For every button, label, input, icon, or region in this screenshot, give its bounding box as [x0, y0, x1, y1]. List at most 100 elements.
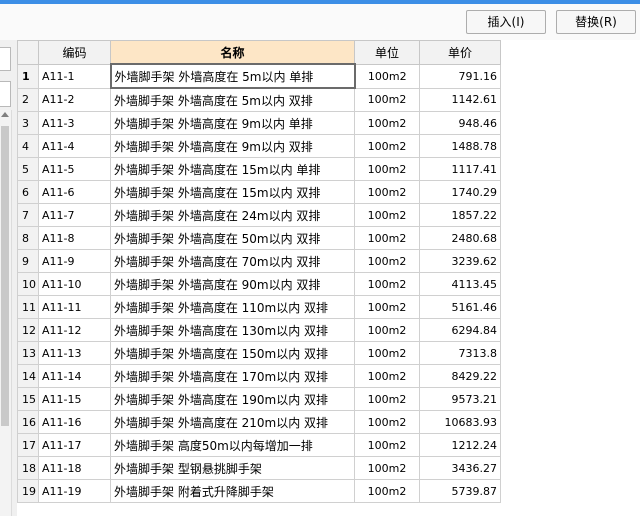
row-number[interactable]: 4 — [17, 134, 39, 158]
name-cell[interactable]: 外墙脚手架 外墙高度在 50m以内 双排 — [110, 226, 355, 250]
column-header-price[interactable]: 单价 — [419, 40, 501, 65]
unit-cell[interactable]: 100m2 — [354, 479, 420, 503]
table-row[interactable]: 3 A11-3 外墙脚手架 外墙高度在 9m以内 单排 100m2 948.46 — [17, 111, 501, 135]
code-cell[interactable]: A11-8 — [38, 226, 111, 250]
row-number[interactable]: 17 — [17, 433, 39, 457]
table-row[interactable]: 6 A11-6 外墙脚手架 外墙高度在 15m以内 双排 100m2 1740.29 — [17, 180, 501, 204]
row-number[interactable]: 19 — [17, 479, 39, 503]
price-cell[interactable]: 5739.87 — [419, 479, 501, 503]
unit-cell[interactable]: 100m2 — [354, 249, 420, 273]
unit-cell[interactable]: 100m2 — [354, 456, 420, 480]
row-number[interactable]: 9 — [17, 249, 39, 273]
name-cell[interactable]: 外墙脚手架 附着式升降脚手架 — [110, 479, 355, 503]
table-row[interactable]: 10 A11-10 外墙脚手架 外墙高度在 90m以内 双排 100m2 4113.45 — [17, 272, 501, 296]
unit-cell[interactable]: 100m2 — [354, 63, 420, 89]
unit-cell[interactable]: 100m2 — [354, 87, 420, 112]
unit-cell[interactable]: 100m2 — [354, 341, 420, 365]
price-cell[interactable]: 1142.61 — [419, 87, 501, 112]
table-row[interactable]: 12 A11-12 外墙脚手架 外墙高度在 130m以内 双排 100m2 6294.8… — [17, 318, 501, 342]
price-cell[interactable]: 6294.84 — [419, 318, 501, 342]
name-cell[interactable]: 外墙脚手架 外墙高度在 15m以内 双排 — [110, 180, 355, 204]
row-number[interactable]: 13 — [17, 341, 39, 365]
row-number[interactable]: 8 — [17, 226, 39, 250]
name-cell[interactable]: 外墙脚手架 外墙高度在 190m以内 双排 — [110, 387, 355, 411]
row-number[interactable]: 12 — [17, 318, 39, 342]
price-cell[interactable]: 1117.41 — [419, 157, 501, 181]
table-row[interactable]: 7 A11-7 外墙脚手架 外墙高度在 24m以内 双排 100m2 1857.22 — [17, 203, 501, 227]
left-panel-field[interactable] — [0, 47, 11, 71]
unit-cell[interactable]: 100m2 — [354, 111, 420, 135]
row-number[interactable]: 6 — [17, 180, 39, 204]
code-cell[interactable]: A11-19 — [38, 479, 111, 503]
price-cell[interactable]: 1857.22 — [419, 203, 501, 227]
name-cell[interactable]: 外墙脚手架 外墙高度在 170m以内 双排 — [110, 364, 355, 388]
code-cell[interactable]: A11-6 — [38, 180, 111, 204]
unit-cell[interactable]: 100m2 — [354, 272, 420, 296]
price-cell[interactable]: 1212.24 — [419, 433, 501, 457]
code-cell[interactable]: A11-1 — [38, 63, 111, 89]
code-cell[interactable]: A11-17 — [38, 433, 111, 457]
row-number[interactable]: 11 — [17, 295, 39, 319]
code-cell[interactable]: A11-5 — [38, 157, 111, 181]
code-cell[interactable]: A11-7 — [38, 203, 111, 227]
unit-cell[interactable]: 100m2 — [354, 410, 420, 434]
price-cell[interactable]: 5161.46 — [419, 295, 501, 319]
name-cell[interactable]: 外墙脚手架 外墙高度在 24m以内 双排 — [110, 203, 355, 227]
row-number[interactable]: 18 — [17, 456, 39, 480]
price-cell[interactable]: 4113.45 — [419, 272, 501, 296]
code-cell[interactable]: A11-15 — [38, 387, 111, 411]
unit-cell[interactable]: 100m2 — [354, 226, 420, 250]
scroll-up-arrow-icon[interactable] — [1, 112, 9, 117]
price-cell[interactable]: 9573.21 — [419, 387, 501, 411]
code-cell[interactable]: A11-12 — [38, 318, 111, 342]
unit-cell[interactable]: 100m2 — [354, 180, 420, 204]
row-number[interactable]: 16 — [17, 410, 39, 434]
table-row[interactable]: 19 A11-19 外墙脚手架 附着式升降脚手架 100m2 5739.87 — [17, 479, 501, 503]
price-cell[interactable]: 791.16 — [419, 63, 501, 89]
name-cell[interactable]: 外墙脚手架 外墙高度在 90m以内 双排 — [110, 272, 355, 296]
table-row[interactable]: 17 A11-17 外墙脚手架 高度50m以内每增加一排 100m2 1212.24 — [17, 433, 501, 457]
table-row[interactable]: 5 A11-5 外墙脚手架 外墙高度在 15m以内 单排 100m2 1117.41 — [17, 157, 501, 181]
column-header-name[interactable]: 名称 — [110, 40, 355, 65]
table-row[interactable]: 9 A11-9 外墙脚手架 外墙高度在 70m以内 双排 100m2 3239.62 — [17, 249, 501, 273]
table-row[interactable]: 16 A11-16 外墙脚手架 外墙高度在 210m以内 双排 100m2 10683.… — [17, 410, 501, 434]
name-cell[interactable]: 外墙脚手架 外墙高度在 15m以内 单排 — [110, 157, 355, 181]
unit-cell[interactable]: 100m2 — [354, 134, 420, 158]
table-row[interactable]: 14 A11-14 外墙脚手架 外墙高度在 170m以内 双排 100m2 8429.2… — [17, 364, 501, 388]
table-row[interactable]: 4 A11-4 外墙脚手架 外墙高度在 9m以内 双排 100m2 1488.78 — [17, 134, 501, 158]
corner-cell[interactable] — [17, 40, 39, 65]
unit-cell[interactable]: 100m2 — [354, 295, 420, 319]
left-panel-field[interactable] — [0, 81, 11, 107]
code-cell[interactable]: A11-2 — [38, 87, 111, 112]
insert-button[interactable]: 插入(I) — [466, 10, 546, 34]
price-cell[interactable]: 1740.29 — [419, 180, 501, 204]
unit-cell[interactable]: 100m2 — [354, 364, 420, 388]
name-cell[interactable]: 外墙脚手架 外墙高度在 9m以内 单排 — [110, 111, 355, 135]
code-cell[interactable]: A11-9 — [38, 249, 111, 273]
table-row[interactable]: 8 A11-8 外墙脚手架 外墙高度在 50m以内 双排 100m2 2480.68 — [17, 226, 501, 250]
price-cell[interactable]: 10683.93 — [419, 410, 501, 434]
table-row[interactable]: 13 A11-13 外墙脚手架 外墙高度在 150m以内 双排 100m2 7313.8 — [17, 341, 501, 365]
code-cell[interactable]: A11-3 — [38, 111, 111, 135]
table-row[interactable]: 18 A11-18 外墙脚手架 型钢悬挑脚手架 100m2 3436.27 — [17, 456, 501, 480]
price-cell[interactable]: 3436.27 — [419, 456, 501, 480]
name-cell[interactable]: 外墙脚手架 外墙高度在 130m以内 双排 — [110, 318, 355, 342]
price-cell[interactable]: 948.46 — [419, 111, 501, 135]
name-cell[interactable]: 外墙脚手架 外墙高度在 5m以内 双排 — [110, 87, 355, 112]
table-row[interactable]: 1 A11-1 外墙脚手架 外墙高度在 5m以内 单排 100m2 791.16 — [17, 63, 501, 89]
unit-cell[interactable]: 100m2 — [354, 203, 420, 227]
row-number[interactable]: 14 — [17, 364, 39, 388]
row-number[interactable]: 2 — [17, 87, 39, 112]
price-cell[interactable]: 2480.68 — [419, 226, 501, 250]
column-header-code[interactable]: 编码 — [38, 40, 111, 65]
row-number[interactable]: 7 — [17, 203, 39, 227]
unit-cell[interactable]: 100m2 — [354, 433, 420, 457]
row-number[interactable]: 10 — [17, 272, 39, 296]
table-row[interactable]: 2 A11-2 外墙脚手架 外墙高度在 5m以内 双排 100m2 1142.61 — [17, 87, 501, 112]
column-header-unit[interactable]: 单位 — [354, 40, 420, 65]
name-cell[interactable]: 外墙脚手架 外墙高度在 210m以内 双排 — [110, 410, 355, 434]
price-cell[interactable]: 1488.78 — [419, 134, 501, 158]
code-cell[interactable]: A11-10 — [38, 272, 111, 296]
scrollbar-thumb[interactable] — [1, 126, 9, 426]
name-cell[interactable]: 外墙脚手架 外墙高度在 110m以内 双排 — [110, 295, 355, 319]
